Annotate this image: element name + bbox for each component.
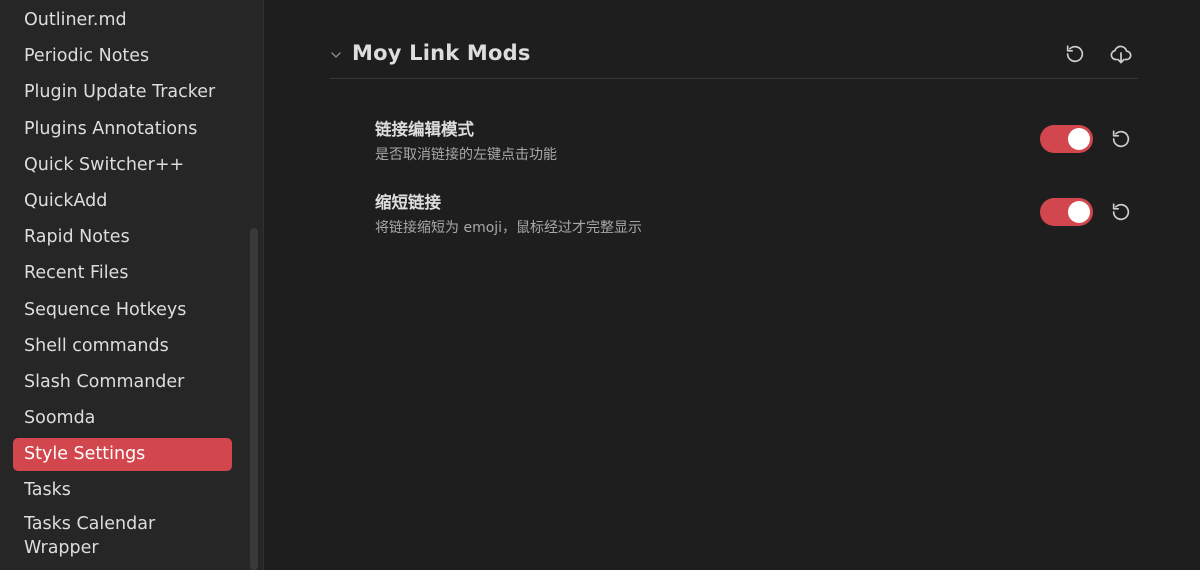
- plugin-list: Outliner.md Periodic Notes Plugin Update…: [13, 2, 232, 565]
- sidebar-item-style-settings[interactable]: Style Settings: [13, 437, 232, 471]
- sidebar-item-periodic-notes[interactable]: Periodic Notes: [13, 38, 232, 74]
- sidebar-item-slash-commander[interactable]: Slash Commander: [13, 364, 232, 400]
- shorten-links-toggle[interactable]: [1040, 198, 1093, 226]
- sidebar-item-outliner-md[interactable]: Outliner.md: [13, 2, 232, 38]
- sidebar-item-sequence-hotkeys[interactable]: Sequence Hotkeys: [13, 292, 232, 328]
- sidebar-item-tasks-calendar-wrapper[interactable]: Tasks Calendar Wrapper: [13, 509, 232, 565]
- setting-name: 缩短链接: [375, 193, 441, 212]
- section-header[interactable]: Moy Link Mods: [330, 28, 1138, 79]
- sidebar-item-plugins-annotations[interactable]: Plugins Annotations: [13, 111, 232, 147]
- reset-icon[interactable]: [1062, 41, 1088, 67]
- sidebar-item-quick-switcher[interactable]: Quick Switcher++: [13, 147, 232, 183]
- reset-icon[interactable]: [1108, 126, 1134, 152]
- setting-description: 将链接缩短为 emoji，鼠标经过才完整显示: [375, 220, 643, 236]
- sidebar-item-tasks[interactable]: Tasks: [13, 472, 232, 508]
- sidebar-item-quickadd[interactable]: QuickAdd: [13, 183, 232, 219]
- sidebar-item-recent-files[interactable]: Recent Files: [13, 255, 232, 291]
- section-title: Moy Link Mods: [352, 41, 531, 65]
- toggle-knob: [1068, 201, 1090, 223]
- sidebar-item-rapid-notes[interactable]: Rapid Notes: [13, 219, 232, 255]
- settings-window: Outliner.md Periodic Notes Plugin Update…: [0, 0, 1200, 570]
- setting-link-edit-mode: 链接编辑模式 是否取消链接的左键点击功能: [375, 116, 1135, 168]
- sidebar-item-soomda[interactable]: Soomda: [13, 400, 232, 436]
- settings-content: Moy Link Mods 链接编辑模式 是否取消链接的左键点击功能 缩短链接 …: [265, 0, 1200, 570]
- link-edit-mode-toggle[interactable]: [1040, 125, 1093, 153]
- chevron-down-icon[interactable]: [330, 46, 342, 58]
- sidebar-scrollbar[interactable]: [250, 228, 258, 570]
- cloud-download-icon[interactable]: [1108, 41, 1134, 67]
- settings-sidebar: Outliner.md Periodic Notes Plugin Update…: [0, 0, 264, 570]
- setting-description: 是否取消链接的左键点击功能: [375, 147, 557, 163]
- sidebar-item-plugin-update-tracker[interactable]: Plugin Update Tracker: [13, 74, 232, 110]
- setting-shorten-links: 缩短链接 将链接缩短为 emoji，鼠标经过才完整显示: [375, 189, 1135, 241]
- reset-icon[interactable]: [1108, 199, 1134, 225]
- sidebar-item-shell-commands[interactable]: Shell commands: [13, 328, 232, 364]
- setting-name: 链接编辑模式: [375, 120, 474, 139]
- toggle-knob: [1068, 128, 1090, 150]
